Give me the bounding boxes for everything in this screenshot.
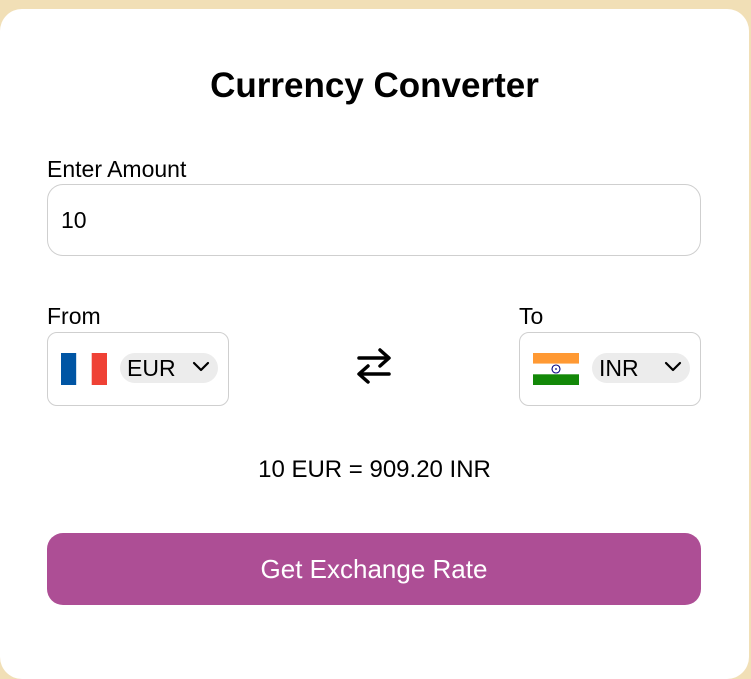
from-label: From <box>47 303 101 329</box>
to-currency-value: INR <box>599 355 639 381</box>
swap-arrows-icon[interactable] <box>355 346 393 386</box>
india-flag-icon <box>533 353 579 385</box>
to-currency-dropdown[interactable]: INR <box>592 353 690 383</box>
get-exchange-rate-button[interactable]: Get Exchange Rate <box>47 533 701 605</box>
exchange-result: 10 EUR = 909.20 INR <box>258 456 491 483</box>
chevron-down-icon <box>664 361 682 372</box>
converter-card: Currency Converter Enter Amount From EUR… <box>0 9 749 679</box>
from-currency-value: EUR <box>127 355 176 381</box>
page-title: Currency Converter <box>210 66 539 105</box>
chevron-down-icon <box>192 361 210 372</box>
to-label: To <box>519 303 544 329</box>
france-flag-icon <box>61 353 107 385</box>
from-currency-select[interactable]: EUR <box>47 332 229 406</box>
to-currency-select[interactable]: INR <box>519 332 701 406</box>
amount-input[interactable] <box>47 184 701 256</box>
from-currency-dropdown[interactable]: EUR <box>120 353 218 383</box>
amount-label: Enter Amount <box>47 156 187 182</box>
